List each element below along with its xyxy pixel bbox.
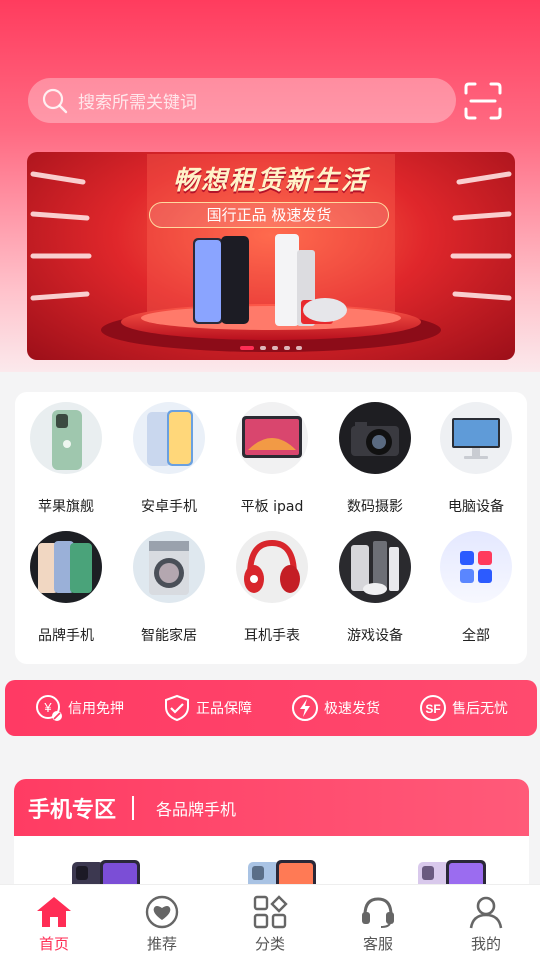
category-apple[interactable]: 苹果旗舰	[15, 402, 117, 516]
category-icon	[253, 895, 288, 929]
category-label: 苹果旗舰	[38, 499, 94, 515]
tab-label: 客服	[362, 935, 393, 953]
category-label: 安卓手机	[141, 499, 197, 515]
benefit-label: 信用免押	[68, 701, 124, 717]
green-iphone-icon	[30, 402, 102, 474]
benefit-label: 极速发货	[324, 701, 380, 717]
tab-mine[interactable]: 我的	[432, 885, 540, 960]
carousel-indicator	[27, 346, 515, 350]
zone-subtitle: 各品牌手机	[156, 799, 237, 819]
benefit-after-sales: SF 售后无忧	[418, 693, 508, 723]
shield-check-icon	[165, 694, 189, 722]
tab-label: 推荐	[146, 935, 177, 953]
tab-service[interactable]: 客服	[324, 885, 432, 960]
user-icon	[469, 896, 503, 929]
sf-icon: SF	[420, 695, 446, 721]
phone-zone: 手机专区 各品牌手机	[14, 779, 529, 899]
camera-icon	[339, 402, 411, 474]
benefit-fast-shipping: 极速发货	[290, 693, 380, 723]
category-headphones[interactable]: 耳机手表	[221, 531, 323, 645]
zone-title: 手机专区	[28, 797, 117, 823]
category-brand-phones[interactable]: 品牌手机	[15, 531, 117, 645]
svg-text:¥: ¥	[43, 700, 52, 715]
banner-subtitle: 国行正品 极速发货	[149, 202, 389, 228]
carousel-dot	[284, 346, 290, 350]
category-android[interactable]: 安卓手机	[118, 402, 220, 516]
carousel-dot	[240, 346, 254, 350]
category-gaming[interactable]: 游戏设备	[324, 531, 426, 645]
android-phone-icon	[133, 402, 205, 474]
tab-label: 首页	[38, 935, 69, 953]
benefit-label: 正品保障	[196, 701, 252, 717]
tab-label: 我的	[470, 935, 501, 953]
tab-label: 分类	[254, 935, 285, 953]
bottom-tab-bar: 首页 推荐 分类 客服 我的	[0, 884, 540, 960]
tab-home[interactable]: 首页	[0, 885, 108, 960]
benefits-bar: ¥ 信用免押 正品保障 极速发货 SF 售后无忧	[5, 680, 537, 736]
carousel-dot	[260, 346, 266, 350]
promo-banner[interactable]: 畅想租赁新生活 国行正品 极速发货	[27, 152, 515, 360]
lightning-icon	[292, 695, 318, 721]
category-label: 游戏设备	[347, 628, 403, 644]
search-input[interactable]: 搜索所需关键词	[28, 78, 456, 123]
carousel-dot	[272, 346, 278, 350]
category-label: 耳机手表	[244, 628, 300, 644]
banner-title: 畅想租赁新生活	[172, 166, 369, 196]
game-console-icon	[339, 531, 411, 603]
category-label: 电脑设备	[448, 499, 504, 515]
benefit-credit: ¥ 信用免押	[34, 693, 124, 723]
svg-text:SF: SF	[425, 702, 440, 716]
grid-icon	[440, 531, 512, 603]
home-icon	[37, 897, 71, 927]
category-tablet[interactable]: 平板 ipad	[221, 402, 323, 516]
heart-icon	[145, 895, 179, 929]
category-label: 智能家居	[141, 628, 197, 644]
category-grid: 苹果旗舰 安卓手机 平板 ipad 数码摄影 电脑设备 品牌手机 智能家居 耳机…	[15, 392, 527, 664]
category-label: 全部	[462, 628, 490, 644]
brand-phones-icon	[30, 531, 102, 603]
phone-zone-header[interactable]: 手机专区 各品牌手机	[14, 779, 529, 836]
imac-icon	[440, 402, 512, 474]
red-headphones-icon	[236, 531, 308, 603]
divider	[132, 795, 135, 820]
search-placeholder: 搜索所需关键词	[78, 93, 197, 113]
benefit-genuine: 正品保障	[162, 693, 252, 723]
benefit-label: 售后无忧	[452, 701, 508, 717]
washing-machine-icon	[133, 531, 205, 603]
headset-icon	[362, 897, 394, 928]
category-camera[interactable]: 数码摄影	[324, 402, 426, 516]
category-smart-home[interactable]: 智能家居	[118, 531, 220, 645]
category-all[interactable]: 全部	[425, 531, 527, 645]
category-label: 数码摄影	[347, 499, 403, 515]
tablet-icon	[236, 402, 308, 474]
tab-recommend[interactable]: 推荐	[108, 885, 216, 960]
yen-icon: ¥	[36, 695, 62, 721]
search-icon	[42, 88, 68, 113]
category-label: 品牌手机	[38, 628, 94, 644]
tab-category[interactable]: 分类	[216, 885, 324, 960]
carousel-dot	[296, 346, 302, 350]
category-computer[interactable]: 电脑设备	[425, 402, 527, 516]
scan-icon[interactable]	[462, 80, 504, 122]
category-label: 平板 ipad	[240, 499, 304, 515]
